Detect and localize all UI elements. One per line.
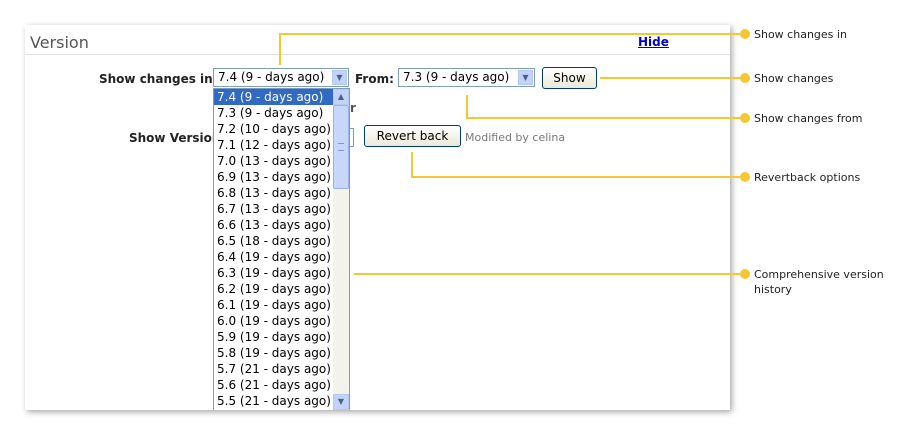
version-option[interactable]: 5.6 (21 - days ago) [214,377,349,393]
revert-back-button[interactable]: Revert back [364,125,461,147]
version-option[interactable]: 5.7 (21 - days ago) [214,361,349,377]
chevron-up-icon[interactable]: ▲ [333,89,349,105]
version-option[interactable]: 7.1 (12 - days ago) [214,137,349,153]
title-divider [25,54,730,55]
version-option[interactable]: 6.9 (13 - days ago) [214,169,349,185]
callout-dot-icon [740,113,750,123]
version-dropdown-list[interactable]: 7.4 (9 - days ago) 7.3 (9 - days ago) 7.2 … [213,88,350,410]
callout-dot-icon [740,172,750,182]
callout-dot-icon [740,73,750,83]
version-option[interactable]: 6.6 (13 - days ago) [214,217,349,233]
callout-line [279,33,281,65]
show-changes-select[interactable]: 7.4 (9 - days ago) ▼ [213,68,349,87]
version-list-items: 7.4 (9 - days ago) 7.3 (9 - days ago) 7.2 … [214,89,349,409]
chevron-down-icon[interactable]: ▼ [332,70,347,85]
version-option[interactable]: 6.5 (18 - days ago) [214,233,349,249]
version-option[interactable]: 7.4 (9 - days ago) [214,89,349,105]
callout-line [354,273,745,275]
version-option[interactable]: 6.2 (19 - days ago) [214,281,349,297]
show-version-label: Show Version [129,131,221,145]
from-label: From: [355,72,394,86]
version-option[interactable]: 5.5 (21 - days ago) [214,393,349,409]
version-option[interactable]: 7.3 (9 - days ago) [214,105,349,121]
version-option[interactable]: 7.2 (10 - days ago) [214,121,349,137]
callout-show-changes-from: Show changes from [754,112,863,125]
callout-dot-icon [740,269,750,279]
from-select[interactable]: 7.3 (9 - days ago) ▼ [398,68,535,87]
version-option[interactable]: 6.4 (19 - days ago) [214,249,349,265]
callout-line [466,117,745,119]
scroll-thumb[interactable] [333,105,349,189]
list-scrollbar[interactable]: ▲ ▼ [333,89,349,410]
hidden-label-fragment: r [350,101,356,115]
show-changes-value: 7.4 (9 - days ago) [218,70,325,84]
callout-dot-icon [740,29,750,39]
show-changes-label: Show changes in [99,72,213,86]
version-option[interactable]: 6.8 (13 - days ago) [214,185,349,201]
callout-history-line2: history [754,283,792,296]
callout-version-history: Comprehensive version history [754,267,884,297]
callout-show-changes: Show changes [754,72,834,85]
version-option[interactable]: 5.8 (19 - days ago) [214,345,349,361]
callout-history-line1: Comprehensive version [754,268,884,281]
callout-line [411,152,413,177]
hide-link[interactable]: Hide [638,35,669,49]
callout-line [600,77,745,79]
version-option[interactable]: 6.3 (19 - days ago) [214,265,349,281]
chevron-down-icon[interactable]: ▼ [333,394,349,410]
callout-show-changes-in: Show changes in [754,28,847,41]
callout-line [411,176,745,178]
panel-title: Version [30,33,89,52]
callout-revertback-options: Revertback options [754,171,861,184]
modified-by-text: Modified by celina [465,131,566,144]
version-option[interactable]: 7.0 (13 - days ago) [214,153,349,169]
version-option[interactable]: 5.9 (19 - days ago) [214,329,349,345]
version-option[interactable]: 6.7 (13 - days ago) [214,201,349,217]
version-panel: Version Hide Show changes in 7.4 (9 - da… [25,25,730,410]
chevron-down-icon[interactable]: ▼ [518,70,533,85]
grip-icon [338,143,344,151]
show-button[interactable]: Show [542,67,597,89]
version-option[interactable]: 6.1 (19 - days ago) [214,297,349,313]
callout-line [466,95,468,118]
callout-line [279,33,745,35]
from-value: 7.3 (9 - days ago) [403,70,510,84]
version-option[interactable]: 6.0 (19 - days ago) [214,313,349,329]
